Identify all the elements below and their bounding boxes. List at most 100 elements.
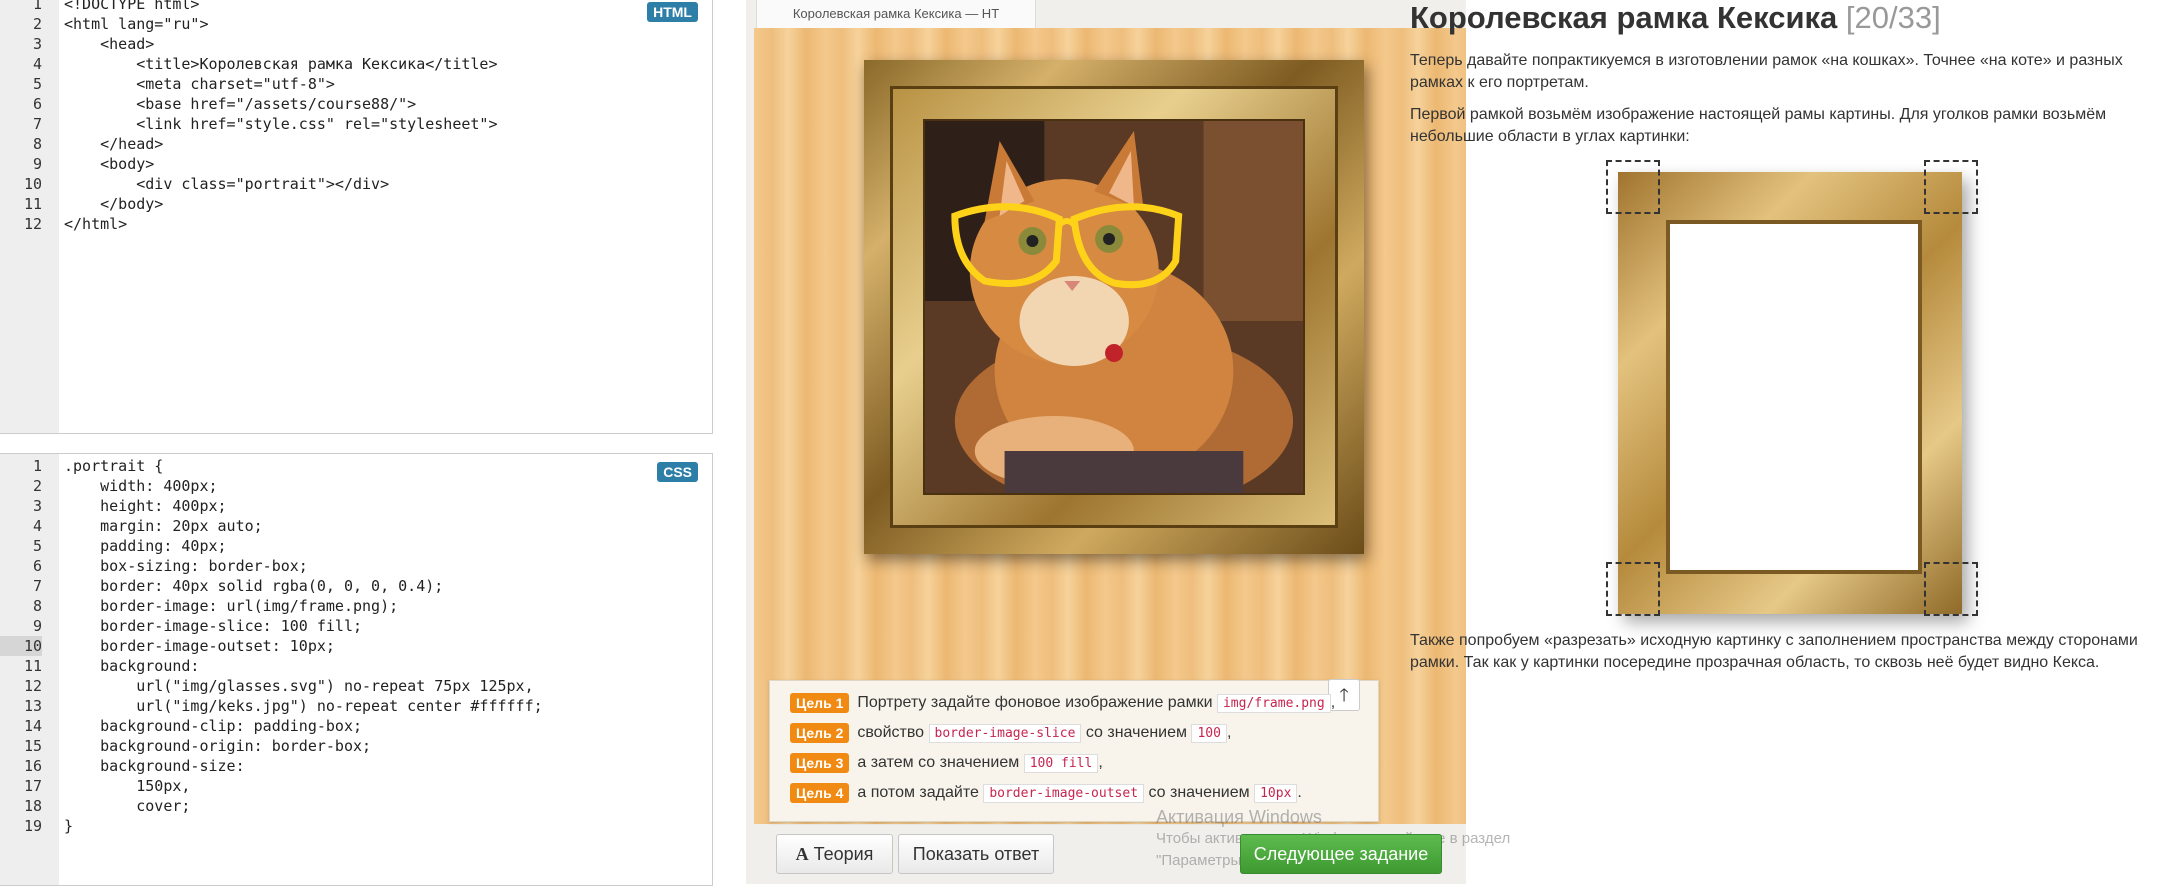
line-text[interactable]: <html lang="ru"> bbox=[64, 14, 209, 34]
line-number: 3 bbox=[32, 35, 42, 53]
progress-counter: [20/33] bbox=[1845, 0, 1941, 35]
portrait-frame bbox=[864, 60, 1364, 554]
task-text: Портрету задайте фоновое изображение рам… bbox=[857, 694, 1213, 712]
task-text: , bbox=[1330, 694, 1336, 712]
frame-example-image bbox=[1606, 160, 1978, 616]
css-editor[interactable]: 1 .portrait { 2 width: 400px; 3 height: 400… bbox=[0, 453, 713, 886]
arrow-up-icon: 🡑 bbox=[1339, 685, 1349, 705]
line-number: 1 bbox=[32, 457, 42, 475]
line-number: 6 bbox=[32, 557, 42, 575]
task-text: со значением bbox=[1148, 784, 1250, 802]
line-text[interactable]: border-image-outset: 10px; bbox=[64, 636, 335, 656]
line-text[interactable]: background-size: bbox=[64, 756, 245, 776]
line-number: 11 bbox=[23, 657, 42, 675]
line-number: 5 bbox=[32, 537, 42, 555]
task-item: Цель 1 Портрету задайте фоновое изображен… bbox=[790, 693, 1335, 717]
task-item: Цель 2 свойство border-image-slice со зна… bbox=[790, 723, 1231, 747]
theory-paragraph: Также попробуем «разрезать» исходную кар… bbox=[1410, 632, 2138, 671]
line-text[interactable]: box-sizing: border-box; bbox=[64, 556, 308, 576]
line-number: 6 bbox=[32, 95, 42, 113]
line-number: 17 bbox=[23, 777, 42, 795]
line-number: 13 bbox=[23, 697, 42, 715]
frame-transparent-center bbox=[1666, 220, 1922, 574]
task-list: 🡑 Цель 1 Портрету задайте фоновое изображ… bbox=[769, 679, 1379, 822]
line-text[interactable]: <base href="/assets/course88/"> bbox=[64, 94, 416, 114]
task-item: Цель 3 а затем со значением 100 fill, bbox=[790, 753, 1103, 777]
line-text[interactable]: margin: 20px auto; bbox=[64, 516, 263, 536]
line-number: 2 bbox=[32, 15, 42, 33]
line-text[interactable]: } bbox=[64, 816, 73, 836]
line-number: 1 bbox=[32, 0, 42, 13]
line-text[interactable]: 150px, bbox=[64, 776, 190, 796]
line-text[interactable]: <body> bbox=[64, 154, 154, 174]
line-text[interactable]: cover; bbox=[64, 796, 190, 816]
line-text[interactable]: <title>Королевская рамка Кексика</title> bbox=[64, 54, 497, 74]
line-text[interactable]: border: 40px solid rgba(0, 0, 0, 0.4); bbox=[64, 576, 443, 596]
code-snippet: border-image-slice bbox=[928, 723, 1082, 743]
line-text[interactable]: </head> bbox=[64, 134, 163, 154]
line-number: 10 bbox=[23, 175, 42, 193]
task-text: свойство bbox=[857, 724, 925, 742]
theory-panel: Королевская рамка Кексика [20/33] Теперь… bbox=[1410, 0, 2160, 884]
line-number: 8 bbox=[32, 135, 42, 153]
code-snippet: 100 bbox=[1191, 723, 1227, 743]
line-text[interactable]: url("img/keks.jpg") no-repeat center #ff… bbox=[64, 696, 542, 716]
preview-tab[interactable]: Королевская рамка Кексика — HT bbox=[756, 0, 1036, 29]
line-number: 10 bbox=[0, 636, 42, 656]
line-text[interactable]: <link href="style.css" rel="stylesheet"> bbox=[64, 114, 497, 134]
preview-panel: Королевская рамка Кексика — HT 🡑 Цель 1 … bbox=[746, 0, 1510, 884]
task-text: , bbox=[1226, 724, 1232, 742]
line-text[interactable]: </body> bbox=[64, 194, 163, 214]
line-number: 5 bbox=[32, 75, 42, 93]
theory-icon: A bbox=[795, 844, 809, 864]
line-number: 4 bbox=[32, 55, 42, 73]
code-snippet: 10px bbox=[1254, 783, 1298, 803]
line-number: 16 bbox=[23, 757, 42, 775]
line-text[interactable]: <head> bbox=[64, 34, 154, 54]
title-text: Королевская рамка Кексика bbox=[1410, 0, 1838, 35]
code-snippet: 100 fill bbox=[1023, 753, 1099, 773]
task-text: , bbox=[1098, 754, 1103, 772]
theory-label: Теория bbox=[813, 844, 874, 864]
line-text[interactable]: .portrait { bbox=[64, 456, 163, 476]
line-text[interactable]: </html> bbox=[64, 214, 127, 234]
corner-slice-marker bbox=[1606, 562, 1660, 616]
page-title: Королевская рамка Кексика [20/33] bbox=[1410, 0, 1941, 36]
corner-slice-marker bbox=[1924, 160, 1978, 214]
line-text[interactable]: height: 400px; bbox=[64, 496, 226, 516]
task-text: . bbox=[1297, 784, 1302, 802]
line-number: 11 bbox=[23, 195, 42, 213]
line-text[interactable]: <meta charset="utf-8"> bbox=[64, 74, 335, 94]
line-number: 19 bbox=[23, 817, 42, 835]
theory-paragraph: Теперь давайте попрактикуемся в изготовл… bbox=[1410, 52, 2123, 91]
task-text: а затем со значением bbox=[857, 754, 1020, 772]
line-text[interactable]: border-image-slice: 100 fill; bbox=[64, 616, 362, 636]
line-number: 12 bbox=[23, 677, 42, 695]
cat-illustration bbox=[925, 121, 1303, 493]
line-number: 9 bbox=[32, 155, 42, 173]
line-number: 7 bbox=[32, 577, 42, 595]
line-number: 7 bbox=[32, 115, 42, 133]
line-text[interactable]: background-clip: padding-box; bbox=[64, 716, 362, 736]
show-answer-button[interactable]: Показать ответ bbox=[898, 834, 1054, 874]
line-text[interactable]: <!DOCTYPE html> bbox=[64, 0, 199, 14]
line-text[interactable]: background-origin: border-box; bbox=[64, 736, 371, 756]
frame-inner bbox=[890, 86, 1338, 528]
line-number: 14 bbox=[23, 717, 42, 735]
code-snippet: img/frame.png bbox=[1216, 693, 1331, 713]
css-badge: CSS bbox=[657, 462, 698, 482]
theory-button[interactable]: A Теория bbox=[776, 834, 893, 874]
line-text[interactable]: background: bbox=[64, 656, 199, 676]
html-editor[interactable]: 1 <!DOCTYPE html> 2 <html lang="ru"> 3 <head… bbox=[0, 0, 713, 434]
line-number: 15 bbox=[23, 737, 42, 755]
corner-slice-marker bbox=[1606, 160, 1660, 214]
line-text[interactable]: padding: 40px; bbox=[64, 536, 226, 556]
line-text[interactable]: width: 400px; bbox=[64, 476, 217, 496]
line-text[interactable]: border-image: url(img/frame.png); bbox=[64, 596, 398, 616]
line-number: 3 bbox=[32, 497, 42, 515]
line-text[interactable]: url("img/glasses.svg") no-repeat 75px 12… bbox=[64, 676, 533, 696]
code-snippet: border-image-outset bbox=[983, 783, 1145, 803]
line-text[interactable]: <div class="portrait"></div> bbox=[64, 174, 389, 194]
line-number: 2 bbox=[32, 477, 42, 495]
line-number: 12 bbox=[23, 215, 42, 233]
